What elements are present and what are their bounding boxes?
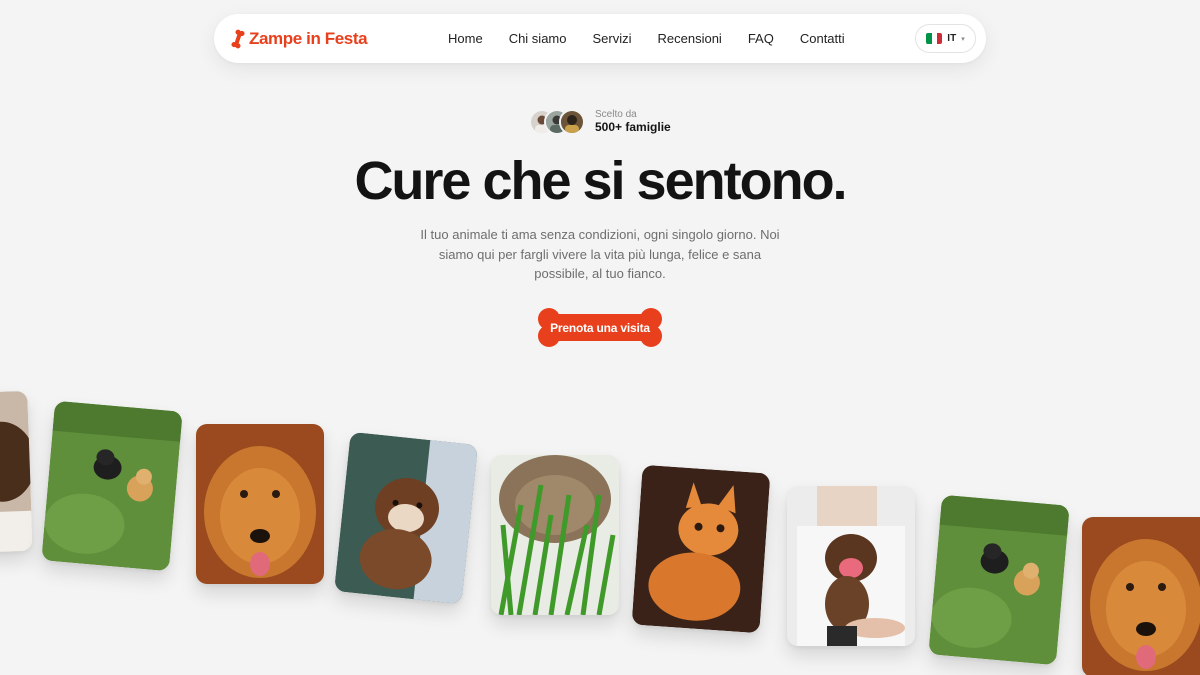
italy-flag-icon xyxy=(926,33,943,44)
golden-retriever-photo xyxy=(196,424,324,584)
main-nav: Home Chi siamo Servizi Recensioni FAQ Co… xyxy=(448,14,845,63)
gallery-photo[interactable] xyxy=(787,486,915,646)
orange-kitten-photo xyxy=(631,464,771,634)
hero-subtitle: Il tuo animale ti ama senza condizioni, … xyxy=(420,227,780,281)
avatar xyxy=(559,109,585,135)
nav-link-recensioni[interactable]: Recensioni xyxy=(658,31,722,46)
navbar: Zampe in Festa Home Chi siamo Servizi Re… xyxy=(214,14,986,63)
gallery-photo[interactable] xyxy=(0,390,33,556)
puppies-on-grass-photo xyxy=(41,400,183,572)
cat-in-grass-photo xyxy=(491,455,619,615)
puppy-held-photo xyxy=(333,431,479,605)
avatar-group xyxy=(529,109,587,135)
golden-retriever-photo xyxy=(1082,517,1200,675)
gallery-photo[interactable] xyxy=(491,455,619,615)
nav-link-faq[interactable]: FAQ xyxy=(748,31,774,46)
puppies-on-grass-photo xyxy=(928,494,1070,666)
nav-link-chi-siamo[interactable]: Chi siamo xyxy=(509,31,567,46)
nav-link-home[interactable]: Home xyxy=(448,31,483,46)
trust-badge: Scelto da 500+ famiglie xyxy=(529,108,671,136)
trust-text: Scelto da 500+ famiglie xyxy=(595,109,671,134)
hero-title: Cure che si sentono. xyxy=(354,151,847,211)
chevron-down-icon: ▾ xyxy=(961,35,965,43)
gallery-photo[interactable] xyxy=(196,424,324,584)
page: Zampe in Festa Home Chi siamo Servizi Re… xyxy=(0,0,1200,675)
book-visit-label: Prenota una visita xyxy=(550,320,650,335)
language-code: IT xyxy=(947,33,957,44)
gallery-photo[interactable] xyxy=(333,431,479,605)
trust-count: 500+ famiglie xyxy=(595,119,671,134)
book-visit-button[interactable]: Prenota una visita xyxy=(537,308,663,347)
bone-icon xyxy=(231,29,245,48)
language-selector[interactable]: IT ▾ xyxy=(915,24,976,53)
gallery-photo[interactable] xyxy=(631,464,771,634)
brand-name: Zampe in Festa xyxy=(249,28,368,48)
gallery-photo[interactable] xyxy=(928,494,1070,666)
happy-puppy-held-photo xyxy=(787,486,915,646)
gallery-photo[interactable] xyxy=(41,400,183,572)
nav-link-contatti[interactable]: Contatti xyxy=(800,31,845,46)
logo[interactable]: Zampe in Festa xyxy=(231,14,368,63)
nav-link-servizi[interactable]: Servizi xyxy=(592,31,631,46)
dog-photo xyxy=(0,390,33,556)
gallery-photo[interactable] xyxy=(1082,517,1200,675)
